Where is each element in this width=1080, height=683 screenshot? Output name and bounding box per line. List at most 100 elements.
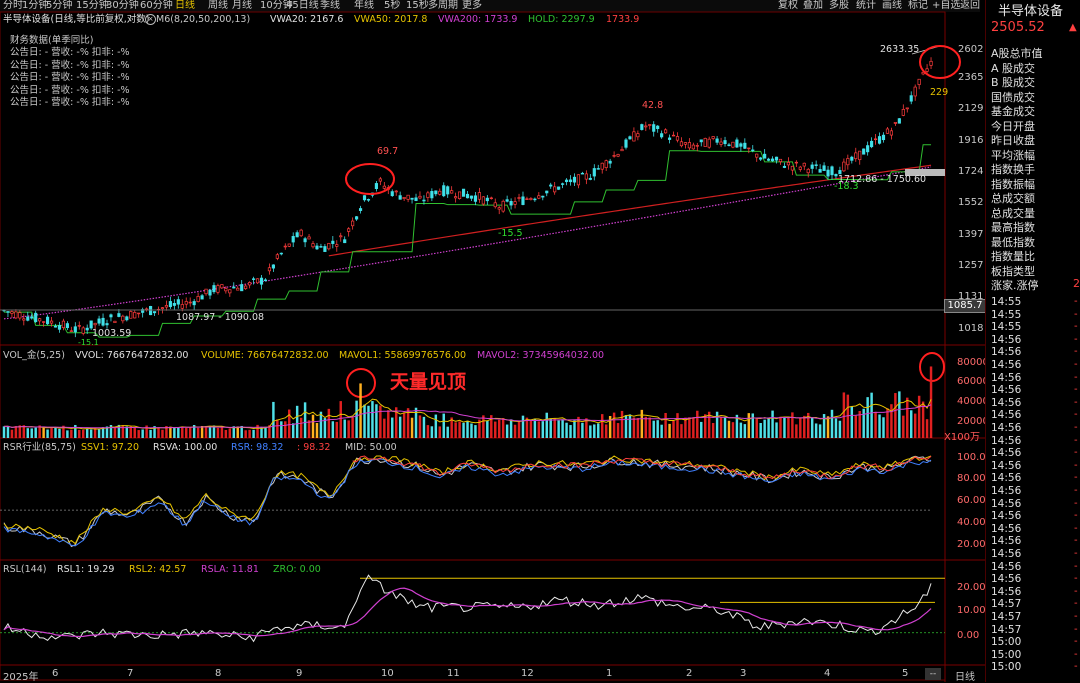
tick-time: 14:56: [991, 548, 1022, 560]
volume-bar: [636, 418, 640, 438]
candle-body: [267, 267, 272, 272]
volume-bar: [612, 412, 616, 438]
candle-body: [212, 285, 216, 293]
kline-chart-canvas[interactable]: [0, 0, 985, 682]
volume-bar: [589, 425, 592, 438]
volume-unit: X100万: [944, 432, 980, 443]
volume-bar: [529, 420, 533, 438]
candle-body: [89, 320, 93, 329]
volume-bar: [299, 417, 303, 438]
close-circle-icon[interactable]: ×: [145, 14, 156, 25]
price-y-label: 1018: [958, 323, 984, 334]
tick-dash: -: [1074, 485, 1078, 496]
volume-bar: [85, 428, 89, 438]
volume-bar: [894, 393, 897, 438]
candle-body: [687, 142, 691, 149]
x-axis-label: 10: [381, 668, 394, 679]
volume-bar: [921, 401, 925, 438]
volume-bar: [854, 415, 857, 438]
volume-bar: [291, 423, 295, 438]
candle-body: [715, 138, 719, 143]
candle-body: [723, 140, 727, 145]
volume-bar: [78, 429, 81, 438]
tick-dash: -: [1074, 636, 1078, 648]
volume-bar: [375, 404, 378, 438]
candle-body: [905, 107, 909, 110]
volume-bar: [668, 423, 671, 438]
candle-body: [42, 321, 46, 323]
volume-bar: [216, 427, 220, 438]
volume-bar: [367, 405, 370, 438]
candle-body: [394, 190, 398, 193]
volume-bar: [787, 417, 790, 438]
volume-bar: [264, 426, 267, 438]
scroll-button[interactable]: --: [925, 668, 941, 680]
candle-body: [458, 191, 462, 200]
volume-bar: [664, 412, 667, 438]
volume-bar: [335, 421, 339, 438]
candle-body: [291, 236, 295, 243]
candle-body: [446, 186, 450, 195]
rsr-y-label: 20.00: [957, 539, 986, 550]
candle-body: [525, 198, 529, 200]
candle-body: [14, 311, 18, 319]
x-axis-label: 9: [296, 668, 303, 679]
tick-dash: -: [1074, 308, 1078, 320]
candle-body: [616, 154, 620, 157]
candle-body: [572, 176, 577, 183]
candle-body: [10, 311, 14, 314]
ma200-line: [3, 166, 932, 320]
candle-body: [885, 128, 890, 134]
volume-bar: [767, 417, 770, 438]
volume-bar: [438, 426, 442, 438]
volume-bar: [517, 420, 521, 438]
volume-bar: [830, 409, 834, 438]
volume-bar: [22, 425, 26, 438]
volume-bar: [565, 422, 568, 438]
candle-body: [255, 278, 260, 284]
volume-bar: [620, 410, 624, 438]
volume-bar: [672, 420, 675, 438]
x-axis-label: 4: [824, 668, 831, 679]
high-price-label: 2633.35: [880, 44, 920, 55]
indicator-2: RSVA: 100.00: [153, 442, 218, 453]
volume-bar: [715, 411, 719, 438]
up-arrow-icon: ▲: [1069, 22, 1077, 33]
volume-bar: [581, 422, 584, 438]
candle-body: [505, 199, 509, 202]
period-switch-button[interactable]: 日线: [955, 668, 975, 683]
candle-body: [184, 301, 188, 305]
candle-body: [881, 134, 886, 141]
volume-bar: [608, 415, 612, 438]
candle-body: [549, 184, 553, 187]
candle-body: [759, 157, 763, 160]
candle-body: [747, 147, 751, 150]
volume-bar: [711, 423, 715, 438]
candle-body: [77, 325, 81, 327]
candle-body: [311, 243, 315, 248]
volume-bar: [541, 421, 545, 438]
volume-bar: [58, 428, 61, 438]
tick-dash: -: [1074, 296, 1078, 307]
indicator-0: VOL_金(5,25): [3, 350, 65, 361]
candle-body: [236, 287, 240, 291]
candle-body: [660, 133, 664, 138]
tick-dash: -: [1074, 409, 1078, 421]
candle-body: [85, 327, 89, 331]
candle-body: [802, 162, 806, 167]
candle-body: [319, 246, 323, 248]
highlight-circle: [345, 163, 395, 195]
volume-bar: [803, 415, 806, 438]
indicator-0: RSL(144): [3, 564, 47, 575]
volume-bar: [799, 417, 802, 438]
candle-body: [113, 320, 117, 323]
volume-bar: [719, 416, 723, 438]
volume-bar: [272, 401, 275, 438]
candle-body: [735, 139, 739, 148]
tick-time: 14:56: [991, 434, 1022, 447]
tick-time: 14:56: [991, 459, 1022, 472]
candle-body: [248, 282, 252, 286]
candle-body: [299, 229, 303, 237]
candle-body: [537, 195, 541, 199]
low-annotation-1: -15.5: [498, 228, 523, 239]
